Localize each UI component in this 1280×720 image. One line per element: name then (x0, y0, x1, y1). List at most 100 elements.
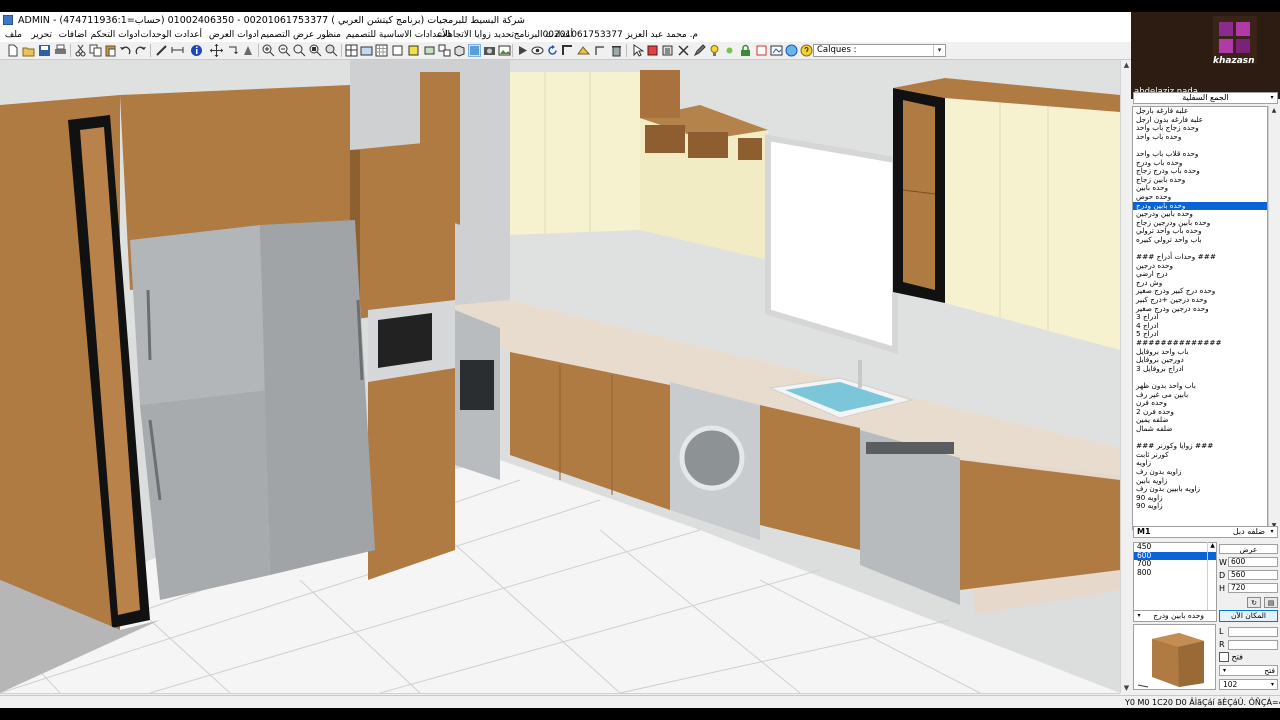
chevron-down-icon: ▾ (1270, 528, 1274, 535)
frame-icon[interactable] (391, 44, 404, 57)
refresh-icon[interactable] (546, 44, 559, 57)
paste-icon[interactable] (104, 44, 117, 57)
menu-view-tools[interactable]: ادوات العرض (209, 29, 259, 42)
menu-controls[interactable]: ادوات التحكم (91, 29, 140, 42)
move-icon[interactable] (210, 44, 223, 57)
app-icon (3, 15, 13, 25)
pointer-icon[interactable] (631, 44, 644, 57)
open-checkbox[interactable] (1219, 652, 1229, 662)
chevron-down-icon: ▾ (1137, 612, 1141, 619)
chevron-down-icon: ▾ (1270, 681, 1274, 688)
rotate-icon[interactable] (226, 44, 239, 57)
right-input[interactable] (1228, 640, 1278, 650)
settings-icon[interactable]: ▤ (1264, 597, 1278, 608)
zoom-all-icon[interactable] (309, 44, 322, 57)
frame-red-icon[interactable] (755, 44, 768, 57)
help-icon[interactable] (800, 44, 813, 57)
copy-icon[interactable] (89, 44, 102, 57)
camera-icon[interactable] (483, 44, 496, 57)
menu-file[interactable]: ملف (5, 29, 22, 42)
open-type-select[interactable]: فتح ▾ (1219, 665, 1278, 676)
export-icon[interactable] (770, 44, 783, 57)
room-icon[interactable] (577, 44, 590, 57)
unit-list-item[interactable]: وحده باب واحد (1133, 132, 1267, 142)
menu-addons[interactable]: اضافات (59, 29, 87, 42)
redo-icon[interactable] (134, 44, 147, 57)
box-3d-icon[interactable] (453, 44, 466, 57)
globe-icon[interactable] (785, 44, 798, 57)
unit-list-item[interactable]: زاويه 90 (1133, 502, 1267, 511)
draw-wall-icon[interactable] (155, 44, 168, 57)
toolbar-separator (70, 44, 71, 57)
menu-author[interactable]: م. محمد عبد العزيز 00201061753377 (543, 29, 698, 42)
category-select[interactable]: الجمع السفلية ▾ (1133, 92, 1278, 104)
photo-icon[interactable] (498, 44, 511, 57)
grid-icon[interactable] (375, 44, 388, 57)
category-value: الجمع السفلية (1182, 93, 1229, 102)
delete-icon[interactable] (610, 44, 623, 57)
unit-list-item[interactable]: كورنر ثابت (1133, 450, 1267, 460)
refresh-icon[interactable]: ↻ (1247, 597, 1261, 608)
open-checkbox-row[interactable]: فتح (1219, 652, 1243, 662)
unit-list-scrollbar[interactable]: ▲ ▼ (1268, 106, 1279, 530)
light-bulb-icon[interactable] (708, 44, 721, 57)
lock-icon[interactable] (739, 44, 752, 57)
place-now-button[interactable]: المكان الآن (1219, 610, 1278, 622)
menu-units-settings[interactable]: أعدادت الوحدات (140, 29, 202, 42)
print-icon[interactable] (54, 44, 67, 57)
color-box-icon[interactable] (407, 44, 420, 57)
unit-type-select[interactable]: وحده بابين ودرج ▾ (1133, 610, 1217, 622)
corner-icon[interactable] (593, 44, 606, 57)
width-size-list[interactable]: 450 600 700 800 (1133, 542, 1217, 618)
zoom-in-icon[interactable] (262, 44, 275, 57)
unit-list-item[interactable]: ادراج بروفايل 3 (1133, 364, 1267, 374)
left-input[interactable] (1228, 627, 1278, 637)
list-units-icon[interactable] (661, 44, 674, 57)
group-icon[interactable] (438, 44, 451, 57)
open-folder-icon[interactable] (22, 44, 35, 57)
insert-unit-icon[interactable] (646, 44, 659, 57)
height-input[interactable]: 720 (1228, 583, 1278, 593)
design-viewport-3d[interactable] (0, 60, 1120, 693)
calques-select[interactable]: Calques : ▾ (813, 44, 946, 57)
walls-icon[interactable] (561, 44, 574, 57)
zoom-fit-icon[interactable] (325, 44, 338, 57)
menu-basic-settings[interactable]: الأعدادات الاساسية للتصميم (346, 29, 450, 42)
plan-view-icon[interactable] (345, 44, 358, 57)
elevation-view-icon[interactable] (360, 44, 373, 57)
sun-icon[interactable] (723, 44, 736, 57)
channel-logo-text: khazasn (1213, 56, 1255, 66)
unit-list[interactable]: علبه فارغه بارجل علبه فارغه بدون ارجل وحده… (1132, 106, 1268, 530)
number-value: 102 (1223, 680, 1238, 689)
eye-icon[interactable] (531, 44, 544, 57)
mirror-icon[interactable] (242, 44, 255, 57)
unit-subtype-select[interactable]: M1 ضلفه دبل ▾ (1133, 526, 1278, 538)
layer-icon[interactable] (423, 44, 436, 57)
size-list-item[interactable]: 800 (1134, 568, 1216, 578)
undo-icon[interactable] (119, 44, 132, 57)
size-list-scrollbar[interactable]: ▲ ▼ (1207, 542, 1217, 618)
info-icon[interactable] (190, 44, 203, 57)
zoom-out-icon[interactable] (278, 44, 291, 57)
zoom-window-icon[interactable] (293, 44, 306, 57)
play-icon[interactable] (516, 44, 529, 57)
menu-design-perspective[interactable]: منظور عرض التصميم (260, 29, 341, 42)
menu-edit[interactable]: تحرير (31, 29, 52, 42)
close-x-icon[interactable] (677, 44, 690, 57)
pen-icon[interactable] (693, 44, 706, 57)
depth-input[interactable]: 560 (1228, 570, 1278, 580)
save-icon[interactable] (38, 44, 51, 57)
menu-direction-angles[interactable]: تحديد زوايا الاتجاهات (437, 29, 514, 42)
toolbar-separator (150, 44, 151, 57)
new-file-icon[interactable] (6, 44, 19, 57)
scroll-up-icon[interactable]: ▲ (1269, 107, 1279, 114)
measure-icon[interactable] (171, 44, 184, 57)
scroll-up-icon[interactable]: ▲ (1208, 542, 1217, 549)
width-input[interactable]: 600 (1228, 557, 1278, 567)
render-3d-icon[interactable] (468, 44, 481, 57)
app-window: ADMIN - شركة البسيط للبرمجيات (برنامج كي… (0, 12, 1280, 708)
number-select[interactable]: 102 ▾ (1219, 679, 1278, 690)
unit-list-item[interactable]: باب واحد ترولي كبيره (1133, 235, 1267, 245)
cut-icon[interactable] (74, 44, 87, 57)
unit-list-item[interactable]: ضلفه شمال (1133, 424, 1267, 434)
